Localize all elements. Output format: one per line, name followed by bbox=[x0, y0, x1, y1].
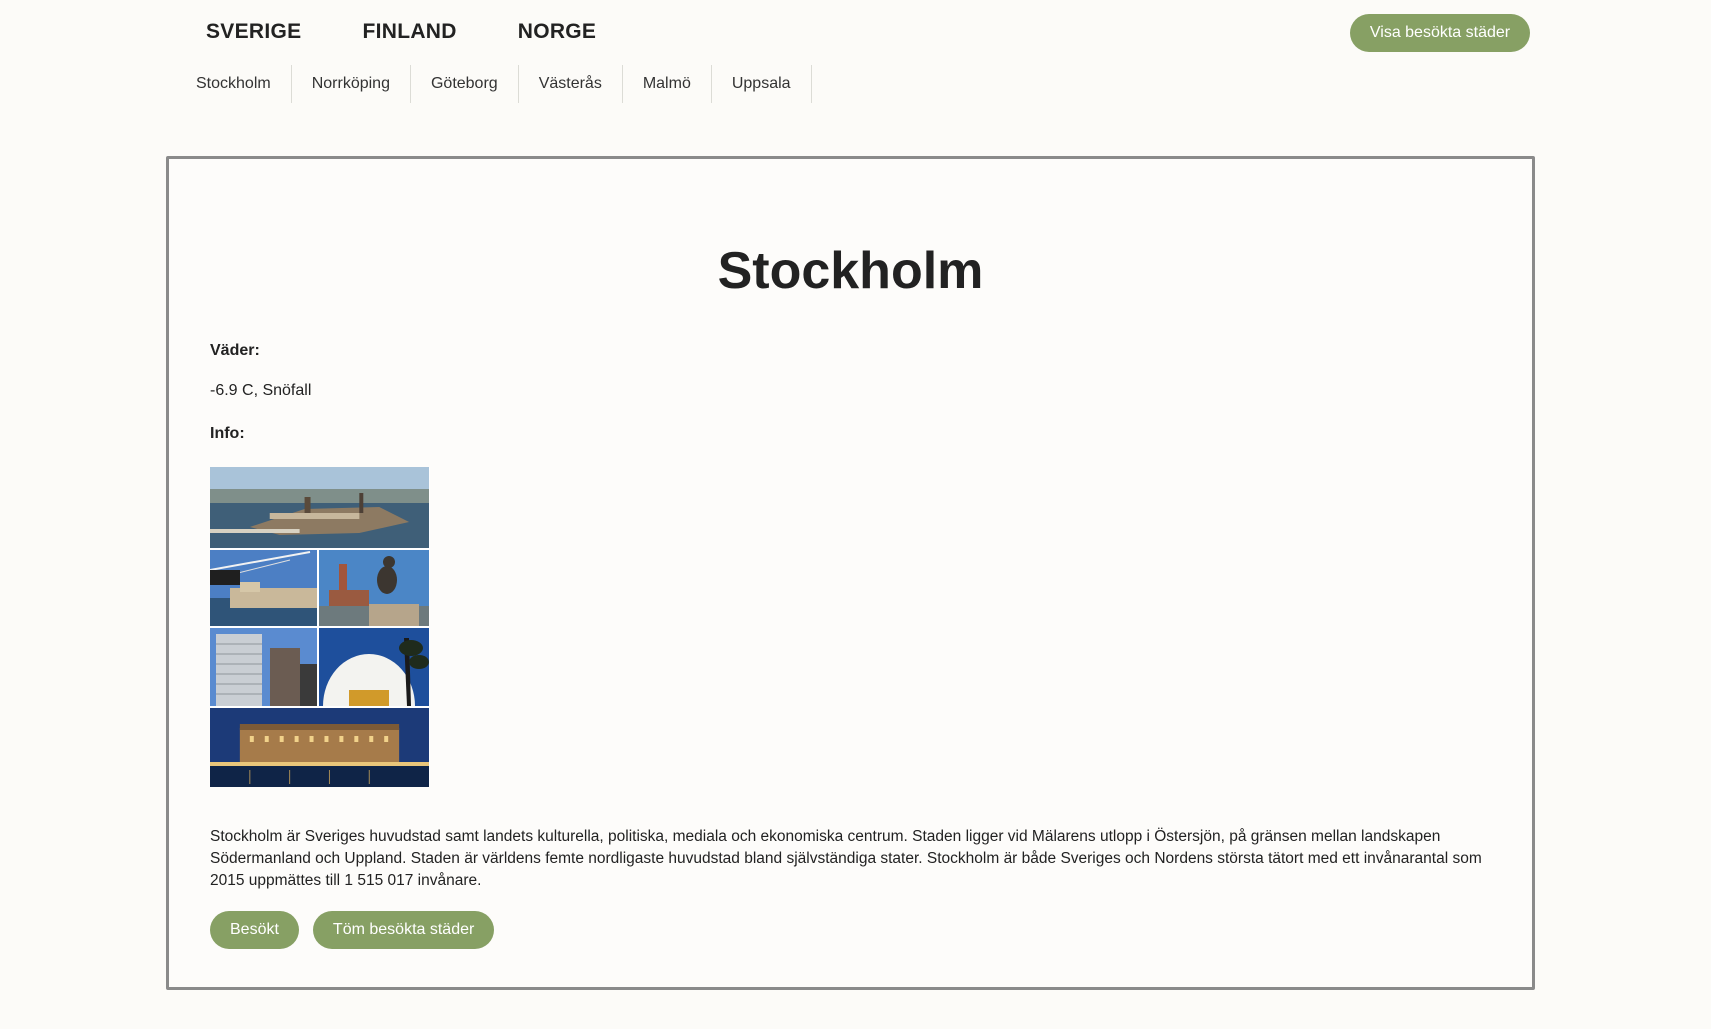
country-link-finland[interactable]: FINLAND bbox=[362, 20, 456, 44]
city-card: Stockholm Väder: -6.9 C, Snöfall Info: S… bbox=[166, 156, 1535, 990]
collage-photo-palace bbox=[210, 708, 429, 787]
city-tab-uppsala[interactable]: Uppsala bbox=[712, 65, 812, 103]
page: SVERIGE FINLAND NORGE Visa besökta städe… bbox=[0, 0, 1711, 1029]
country-nav: SVERIGE FINLAND NORGE bbox=[206, 20, 657, 44]
city-tabs: Stockholm Norrköping Göteborg Västerås M… bbox=[176, 65, 812, 103]
collage-photo-ship bbox=[210, 550, 317, 626]
country-link-sverige[interactable]: SVERIGE bbox=[206, 20, 301, 44]
info-label: Info: bbox=[210, 425, 245, 442]
city-description: Stockholm är Sveriges huvudstad samt lan… bbox=[210, 827, 1482, 889]
card-actions: Besökt Töm besökta städer bbox=[210, 911, 495, 949]
city-tab-vasteras[interactable]: Västerås bbox=[519, 65, 623, 103]
collage-photo-panorama bbox=[210, 467, 429, 548]
city-tab-stockholm[interactable]: Stockholm bbox=[176, 65, 292, 103]
weather-value: -6.9 C, Snöfall bbox=[210, 382, 312, 399]
city-tab-goteborg[interactable]: Göteborg bbox=[411, 65, 519, 103]
city-tab-malmo[interactable]: Malmö bbox=[623, 65, 712, 103]
collage-photo-globe bbox=[319, 628, 429, 706]
city-title: Stockholm bbox=[717, 242, 984, 300]
clear-visited-button[interactable]: Töm besökta städer bbox=[312, 911, 495, 949]
city-photo-collage bbox=[210, 467, 430, 787]
collage-photo-building bbox=[210, 628, 317, 706]
country-link-norge[interactable]: NORGE bbox=[518, 20, 597, 44]
collage-photo-statue bbox=[319, 550, 429, 626]
city-tab-norrkoping[interactable]: Norrköping bbox=[292, 65, 411, 103]
mark-visited-button[interactable]: Besökt bbox=[210, 911, 299, 949]
show-visited-cities-button[interactable]: Visa besökta städer bbox=[1350, 14, 1530, 52]
weather-label: Väder: bbox=[210, 342, 260, 359]
